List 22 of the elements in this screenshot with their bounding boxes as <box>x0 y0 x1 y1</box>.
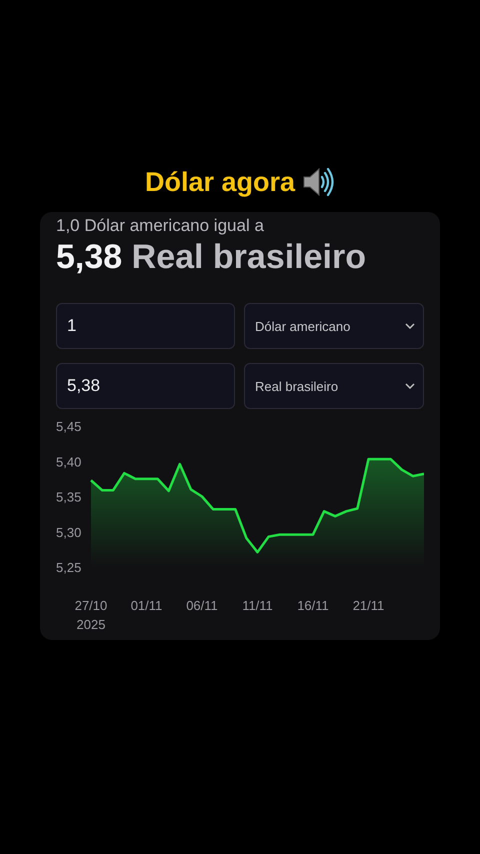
currency-select[interactable]: Real brasileiro <box>244 363 424 409</box>
x-tick-label: 16/11 <box>297 598 329 613</box>
x-tick-label: 01/11 <box>130 598 162 613</box>
x-tick-label: 06/11 <box>186 598 218 613</box>
rate-result: 5,38 Real brasileiro <box>56 238 367 277</box>
chevron-down-icon <box>405 383 415 389</box>
x-axis-title: 2025 <box>76 617 106 632</box>
y-tick-label: 5,30 <box>56 524 82 540</box>
speaker-icon <box>301 166 336 198</box>
x-tick-label: 27/10 <box>74 598 108 613</box>
currency-select[interactable]: Dólar americano <box>244 303 424 349</box>
y-tick-label: 5,25 <box>56 560 82 575</box>
y-tick-label: 5,35 <box>56 490 82 504</box>
x-tick-label: 11/11 <box>242 598 273 613</box>
x-tick-label: 21/11 <box>352 598 384 613</box>
amount-input[interactable]: 5,38 <box>56 363 235 409</box>
y-tick-label: 5,40 <box>56 454 82 470</box>
amount-input[interactable]: 1 <box>56 303 235 349</box>
y-tick-label: 5,45 <box>56 419 82 434</box>
app-title: Dólar agora <box>144 166 296 198</box>
chevron-down-icon <box>405 323 415 329</box>
rate-caption: 1,0 Dólar americano igual a <box>56 216 265 236</box>
